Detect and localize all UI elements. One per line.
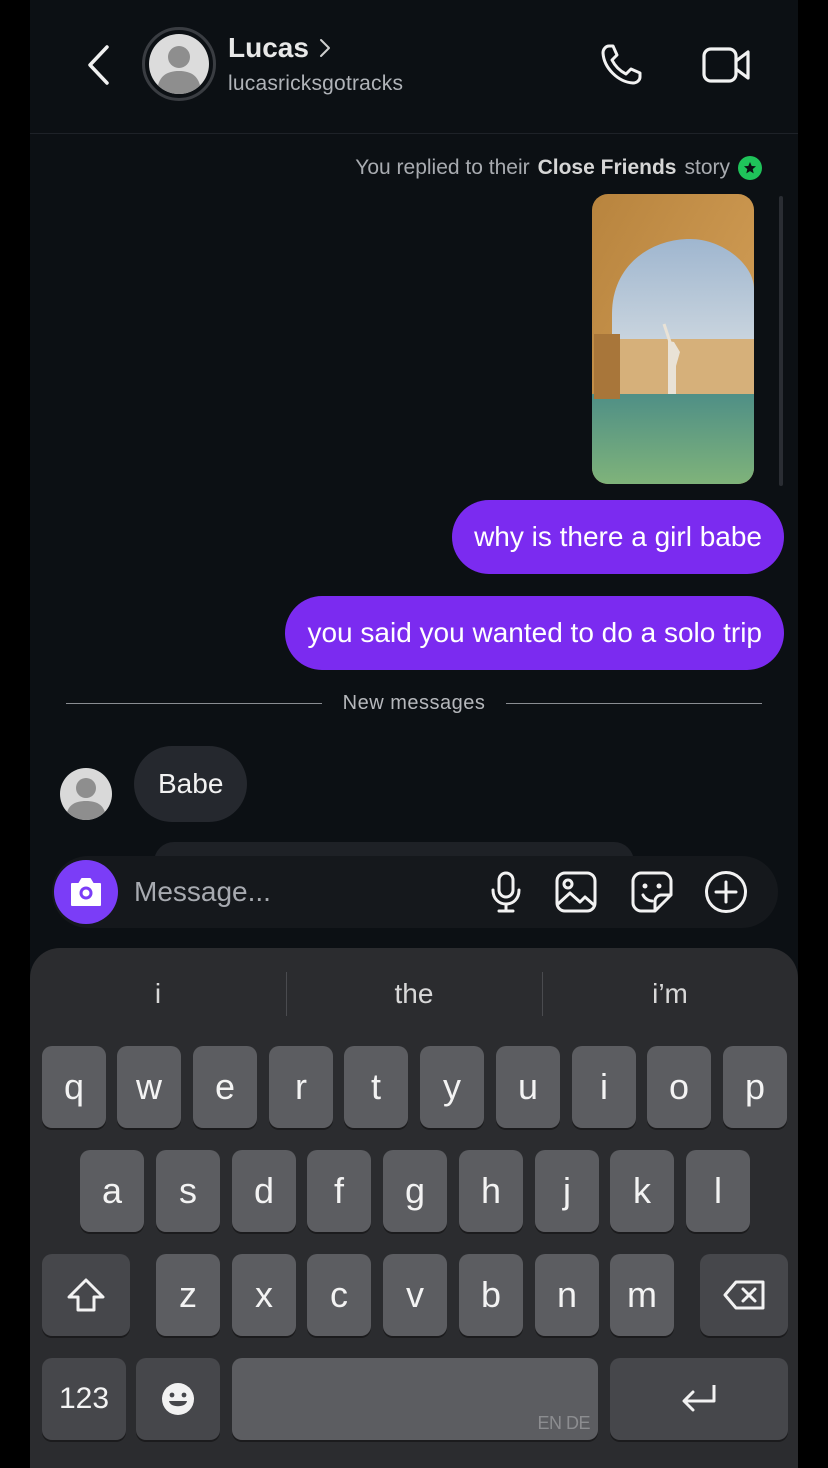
key-p[interactable]: p — [723, 1046, 787, 1128]
gallery-icon — [555, 871, 597, 913]
key-j[interactable]: j — [535, 1150, 599, 1232]
message-input[interactable] — [134, 856, 464, 928]
microphone-icon — [491, 871, 521, 913]
key-t[interactable]: t — [344, 1046, 408, 1128]
sticker-button[interactable] — [630, 870, 674, 914]
backspace-key[interactable] — [700, 1254, 788, 1336]
key-x[interactable]: x — [232, 1254, 296, 1336]
default-avatar-icon — [157, 46, 201, 94]
key-f[interactable]: f — [307, 1150, 371, 1232]
sticker-icon — [631, 871, 673, 913]
key-l[interactable]: l — [686, 1150, 750, 1232]
default-avatar-icon — [66, 778, 106, 820]
shift-arrow-icon — [67, 1278, 105, 1312]
key-y[interactable]: y — [420, 1046, 484, 1128]
key-h[interactable]: h — [459, 1150, 523, 1232]
reply-note-prefix: You replied to their — [355, 156, 530, 179]
phone-icon — [601, 44, 642, 85]
back-button[interactable] — [78, 40, 118, 90]
on-screen-keyboard: i the i’m q w e r t y u i o p a s d f g … — [30, 948, 798, 1468]
incoming-message[interactable]: Babe — [134, 746, 248, 822]
predictive-bar: i the i’m — [30, 966, 798, 1022]
story-thumbnail[interactable] — [592, 194, 754, 484]
message-composer — [52, 856, 778, 928]
suggestion[interactable]: i’m — [542, 966, 798, 1022]
chevron-right-icon — [319, 39, 330, 57]
story-image — [592, 194, 754, 484]
space-key[interactable]: EN DE — [232, 1358, 598, 1440]
video-camera-icon — [702, 47, 750, 83]
shift-key[interactable] — [42, 1254, 130, 1336]
key-b[interactable]: b — [459, 1254, 523, 1336]
key-i[interactable]: i — [572, 1046, 636, 1128]
camera-button[interactable] — [54, 860, 118, 924]
key-k[interactable]: k — [610, 1150, 674, 1232]
key-a[interactable]: a — [80, 1150, 144, 1232]
return-arrow-icon — [682, 1385, 716, 1412]
close-friends-star-icon — [738, 156, 762, 180]
key-r[interactable]: r — [269, 1046, 333, 1128]
audio-call-button[interactable] — [596, 40, 646, 90]
sender-avatar[interactable] — [60, 768, 112, 820]
language-hint: EN DE — [537, 1413, 590, 1433]
video-call-button[interactable] — [700, 40, 754, 90]
contact-avatar[interactable] — [142, 27, 216, 101]
back-chevron-icon — [88, 45, 109, 85]
suggestion[interactable]: i — [30, 966, 286, 1022]
contact-name: Lucas — [228, 32, 309, 63]
chat-header: Lucas lucasricksgotracks — [30, 0, 798, 134]
backspace-icon — [723, 1280, 765, 1310]
key-q[interactable]: q — [42, 1046, 106, 1128]
key-g[interactable]: g — [383, 1150, 447, 1232]
key-e[interactable]: e — [193, 1046, 257, 1128]
close-friends-label: Close Friends — [537, 156, 677, 179]
key-c[interactable]: c — [307, 1254, 371, 1336]
key-w[interactable]: w — [117, 1046, 181, 1128]
gallery-button[interactable] — [554, 870, 598, 914]
key-v[interactable]: v — [383, 1254, 447, 1336]
key-m[interactable]: m — [610, 1254, 674, 1336]
story-reply-note: You replied to their Close Friends story — [355, 156, 762, 180]
key-s[interactable]: s — [156, 1150, 220, 1232]
suggestion[interactable]: the — [286, 966, 542, 1022]
divider-line — [506, 703, 762, 704]
emoji-face-icon — [162, 1383, 194, 1415]
new-messages-divider: New messages — [66, 692, 762, 716]
camera-icon — [71, 878, 101, 906]
voice-message-button[interactable] — [484, 870, 528, 914]
plus-icon — [705, 871, 747, 913]
key-o[interactable]: o — [647, 1046, 711, 1128]
outgoing-message[interactable]: why is there a girl babe — [452, 500, 784, 574]
contact-name-link[interactable]: Lucas — [228, 32, 331, 64]
return-key[interactable] — [610, 1358, 788, 1440]
dm-screen: Lucas lucasricksgotracks You replied to … — [30, 0, 798, 1468]
emoji-key[interactable] — [136, 1358, 220, 1440]
more-options-button[interactable] — [704, 870, 748, 914]
key-u[interactable]: u — [496, 1046, 560, 1128]
key-d[interactable]: d — [232, 1150, 296, 1232]
contact-username: lucasricksgotracks — [228, 72, 404, 95]
key-z[interactable]: z — [156, 1254, 220, 1336]
numbers-key[interactable]: 123 — [42, 1358, 126, 1440]
key-n[interactable]: n — [535, 1254, 599, 1336]
outgoing-message[interactable]: you said you wanted to do a solo trip — [285, 596, 784, 670]
reply-note-suffix: story — [684, 156, 730, 179]
chat-scrollbar[interactable] — [779, 196, 783, 486]
